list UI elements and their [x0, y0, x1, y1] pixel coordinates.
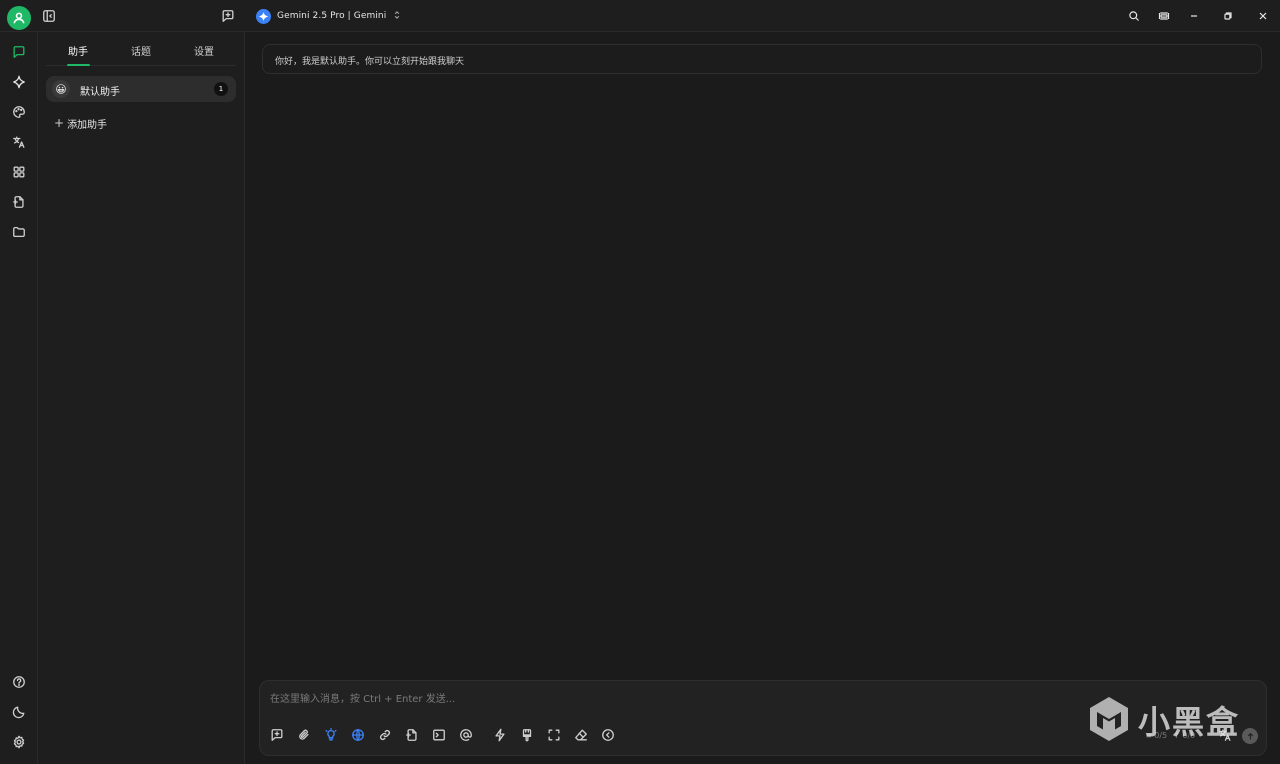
knowledge-file-icon[interactable]	[403, 726, 421, 744]
search-icon[interactable]	[1124, 6, 1144, 26]
layout-icon[interactable]	[1154, 6, 1174, 26]
watermark: 小黑盒	[1088, 696, 1240, 744]
plus-icon: +	[54, 116, 65, 130]
gemini-logo-icon	[256, 8, 271, 24]
moon-icon[interactable]	[9, 702, 29, 722]
close-icon[interactable]	[1253, 6, 1273, 26]
new-topic-icon[interactable]	[219, 7, 237, 25]
sidebar-toggle-icon[interactable]	[40, 7, 58, 25]
restore-icon[interactable]	[1218, 6, 1238, 26]
active-tab-indicator	[67, 64, 90, 66]
chat-area: 你好，我是默认助手。你可以立刻开始跟我聊天 在这里输入消息，按 Ctrl + E…	[245, 32, 1280, 764]
file-icon[interactable]	[9, 192, 29, 212]
welcome-message: 你好，我是默认助手。你可以立刻开始跟我聊天	[262, 44, 1262, 74]
tab-topics[interactable]: 话题	[131, 43, 151, 58]
collapse-arrow-icon[interactable]	[599, 726, 617, 744]
model-name: Gemini 2.5 Pro | Gemini	[277, 11, 387, 21]
minimize-icon[interactable]	[1184, 6, 1204, 26]
link-icon[interactable]	[376, 726, 394, 744]
assistant-name: 默认助手	[80, 87, 120, 98]
navigation-rail	[0, 32, 38, 764]
model-selector[interactable]: Gemini 2.5 Pro | Gemini	[256, 7, 402, 25]
heybox-logo-icon	[1088, 696, 1130, 745]
assistant-item-default[interactable]: 😀 默认助手 1	[46, 76, 236, 102]
terminal-icon[interactable]	[430, 726, 448, 744]
watermark-text: 小黑盒	[1138, 703, 1241, 741]
title-bar: Gemini 2.5 Pro | Gemini	[0, 0, 1280, 32]
topic-count-badge: 1	[214, 82, 228, 96]
brush-icon[interactable]	[518, 726, 536, 744]
chevron-updown-icon	[392, 9, 402, 23]
welcome-message-text: 你好，我是默认助手。你可以立刻开始跟我聊天	[275, 57, 465, 67]
mention-at-icon[interactable]	[457, 726, 475, 744]
apps-icon[interactable]	[9, 162, 29, 182]
web-search-globe-icon[interactable]	[349, 726, 367, 744]
settings-icon[interactable]	[9, 732, 29, 752]
arrow-up-icon	[1247, 732, 1253, 739]
attachment-icon[interactable]	[295, 726, 313, 744]
lightning-icon[interactable]	[491, 726, 509, 744]
message-input[interactable]	[270, 691, 1150, 707]
send-button[interactable]	[1242, 728, 1258, 744]
translate-icon[interactable]	[9, 132, 29, 152]
tab-settings[interactable]: 设置	[194, 43, 214, 58]
user-avatar-icon[interactable]	[7, 6, 31, 30]
eraser-icon[interactable]	[572, 726, 590, 744]
new-topic-tool-icon[interactable]	[268, 726, 286, 744]
help-icon[interactable]	[9, 672, 29, 692]
sparkle-icon[interactable]	[9, 72, 29, 92]
panel-tabs: 助手 话题 设置	[46, 32, 236, 66]
assistant-emoji-avatar: 😀	[52, 80, 70, 98]
folder-icon[interactable]	[9, 222, 29, 242]
lightbulb-icon[interactable]	[322, 726, 340, 744]
chat-icon[interactable]	[9, 42, 29, 62]
assistant-panel: 助手 话题 设置 😀 默认助手 1 + 添加助手	[38, 32, 245, 764]
fullscreen-icon[interactable]	[545, 726, 563, 744]
add-assistant-button[interactable]: + 添加助手	[54, 116, 108, 131]
tab-assistants[interactable]: 助手	[68, 43, 88, 58]
palette-icon[interactable]	[9, 102, 29, 122]
add-assistant-label: 添加助手	[67, 119, 108, 131]
